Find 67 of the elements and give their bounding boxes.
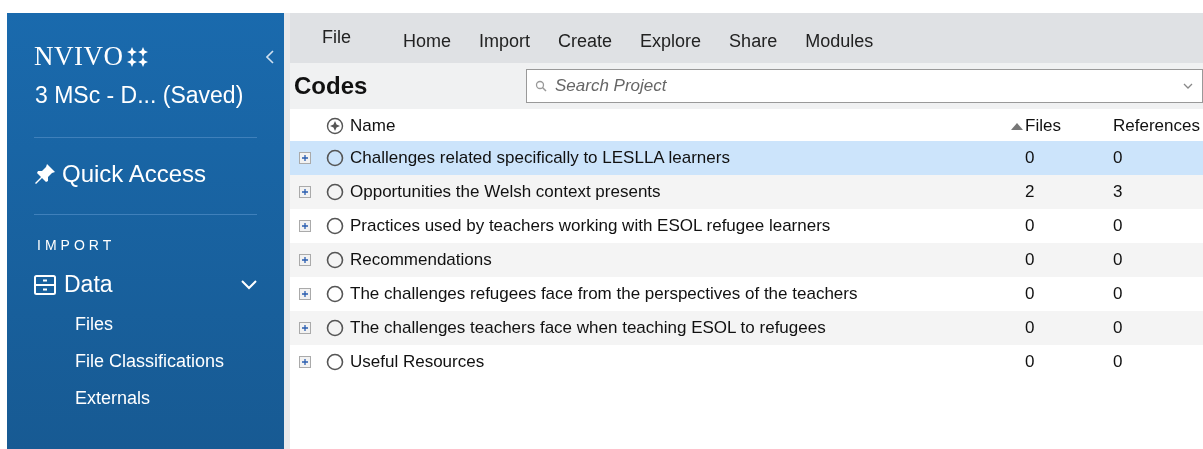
collapse-icon[interactable] — [266, 49, 274, 64]
dropdown-caret-icon[interactable] — [1183, 83, 1193, 89]
quick-access-link[interactable]: Quick Access — [34, 160, 284, 188]
references-count: 0 — [1113, 216, 1124, 236]
files-count: 0 — [1024, 318, 1036, 338]
ribbon-tab[interactable]: Modules — [791, 30, 888, 52]
expand-icon[interactable] — [299, 152, 311, 164]
circle-icon — [326, 183, 344, 201]
references-count: 0 — [1113, 250, 1124, 270]
search-icon — [535, 80, 547, 92]
expand-icon[interactable] — [299, 254, 311, 266]
project-name: 3 MSc - D... (Saved) — [35, 82, 245, 109]
circle-icon — [326, 149, 344, 167]
circle-icon — [326, 251, 344, 269]
files-count: 2 — [1024, 182, 1036, 202]
references-count: 0 — [1113, 284, 1124, 304]
files-count: 0 — [1024, 216, 1036, 236]
code-name: Challenges related specifically to LESLLA learners — [350, 148, 731, 168]
ribbon-tab[interactable]: Share — [715, 30, 792, 52]
files-count: 0 — [1024, 148, 1036, 168]
ribbon-tab[interactable]: Home — [389, 30, 466, 52]
sidebar-item[interactable]: File Classifications — [75, 351, 284, 372]
column-header[interactable]: Files — [1011, 116, 1113, 136]
section-label: IMPORT — [37, 237, 117, 253]
code-name: Recommendations — [350, 250, 493, 270]
files-count: 0 — [1024, 250, 1036, 270]
ribbon-tab[interactable]: Explore — [626, 30, 716, 52]
chevron-icon[interactable] — [241, 279, 257, 290]
ribbon-tab[interactable]: Import — [465, 30, 545, 52]
circle-icon — [326, 217, 344, 235]
code-name: Opportunities the Welsh context presents — [350, 182, 662, 202]
circle-icon — [326, 285, 344, 303]
expand-icon[interactable] — [299, 288, 311, 300]
files-count: 0 — [1024, 284, 1036, 304]
references-count: 0 — [1113, 352, 1124, 372]
table-row[interactable]: Opportunities the Welsh context presents 2 3 — [290, 175, 1203, 209]
sparkle-icon — [126, 46, 149, 67]
sidebar-item[interactable]: Files — [75, 314, 284, 335]
expand-icon[interactable] — [299, 220, 311, 232]
column-header[interactable]: References — [1113, 116, 1203, 136]
target-icon — [326, 117, 344, 135]
data-group[interactable]: Data — [34, 271, 113, 298]
ribbon-tab[interactable]: Create — [544, 30, 627, 52]
expand-icon[interactable] — [299, 322, 311, 334]
references-count: 0 — [1113, 148, 1124, 168]
table-row[interactable]: The challenges teachers face when teaching ESOL to refugees 0 0 — [290, 311, 1203, 345]
references-count: 3 — [1113, 182, 1124, 202]
files-count: 0 — [1024, 352, 1036, 372]
ribbon-tab[interactable]: File — [308, 26, 365, 48]
table-row[interactable]: Recommendations 0 0 — [290, 243, 1203, 277]
code-name: The challenges refugees face from the perspectives of the teachers — [350, 284, 859, 304]
brand-logo: NVIVO — [34, 41, 124, 72]
sidebar-item[interactable]: Externals — [75, 388, 284, 409]
table-row[interactable]: Challenges related specifically to LESLLA learners 0 0 — [290, 141, 1203, 175]
cabinet-icon — [34, 274, 56, 295]
circle-icon — [326, 319, 344, 337]
circle-icon — [326, 353, 344, 371]
pin-icon — [34, 163, 56, 185]
column-header[interactable]: Name — [350, 116, 1011, 136]
search-field[interactable]: Search Project — [526, 69, 1203, 103]
expand-icon[interactable] — [299, 186, 311, 198]
code-name: Useful Resources — [350, 352, 486, 372]
references-count: 0 — [1113, 318, 1124, 338]
code-name: Practices used by teachers working with ESOL refugee learners — [350, 216, 832, 236]
view-title: Codes — [294, 72, 369, 100]
expand-icon[interactable] — [299, 356, 311, 368]
code-name: The challenges teachers face when teaching ESOL to refugees — [350, 318, 827, 338]
